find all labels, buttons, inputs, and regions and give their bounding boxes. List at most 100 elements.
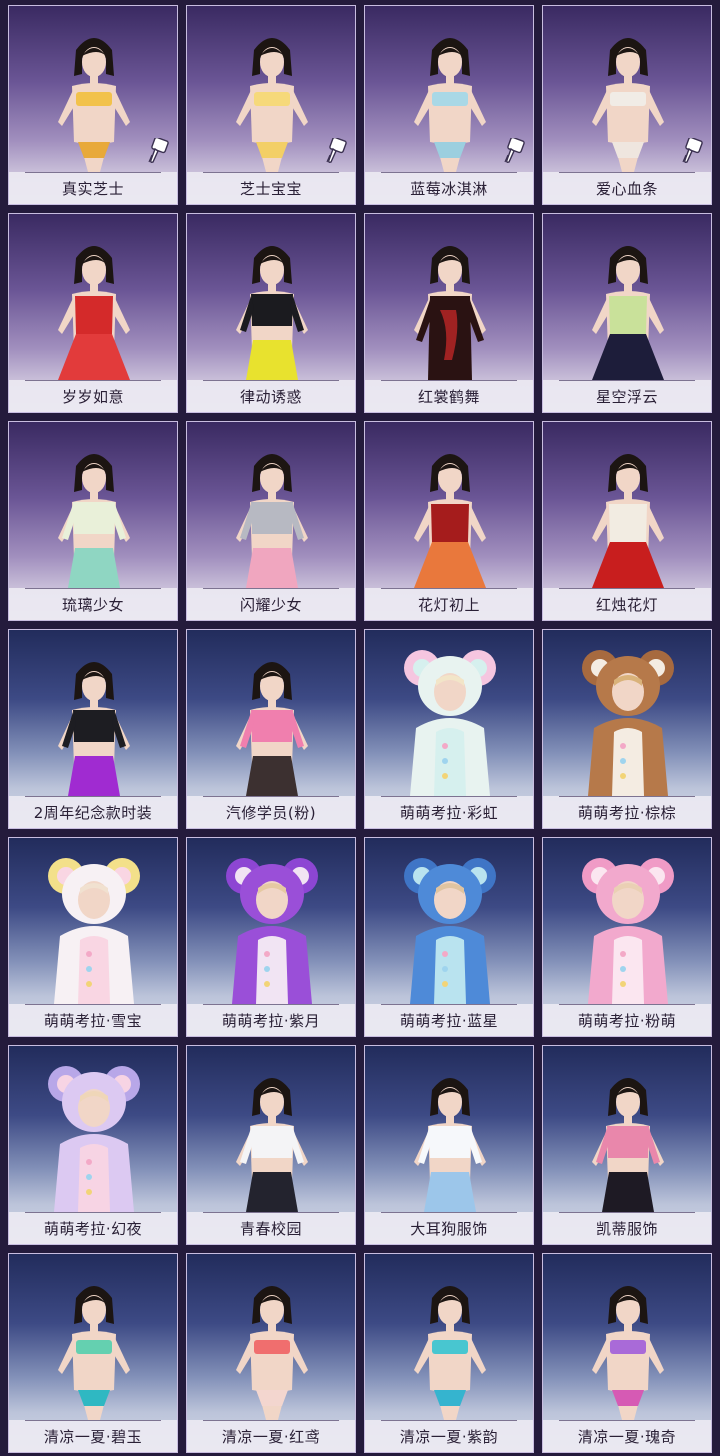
costume-caption: 萌萌考拉·蓝星: [365, 1004, 533, 1036]
paint-brush-icon[interactable]: [681, 136, 703, 164]
character-preview: [222, 646, 322, 796]
costume-caption: 清凉一夏·红鸢: [187, 1420, 355, 1452]
caption-divider: [203, 796, 339, 797]
costume-card[interactable]: 萌萌考拉·幻夜: [8, 1045, 178, 1245]
costume-name: 岁岁如意: [61, 387, 124, 406]
character-preview: [578, 1270, 678, 1420]
costume-caption: 青春校园: [187, 1212, 355, 1244]
costume-card[interactable]: 青春校园: [186, 1045, 356, 1245]
caption-divider: [559, 1212, 695, 1213]
caption-divider: [203, 1004, 339, 1005]
costume-card[interactable]: 琉璃少女: [8, 421, 178, 621]
costume-card[interactable]: 萌萌考拉·蓝星: [364, 837, 534, 1037]
character-preview: [222, 1270, 322, 1420]
character-preview: [400, 1062, 500, 1212]
costume-name: 芝士宝宝: [239, 179, 302, 198]
costume-card[interactable]: 清凉一夏·碧玉: [8, 1253, 178, 1453]
costume-caption: 真实芝士: [9, 172, 177, 204]
character-preview: [44, 1270, 144, 1420]
caption-divider: [381, 588, 517, 589]
costume-card[interactable]: 真实芝士: [8, 5, 178, 205]
costume-card[interactable]: 红裳鹤舞: [364, 213, 534, 413]
costume-name: 青春校园: [239, 1219, 302, 1238]
caption-divider: [381, 172, 517, 173]
costume-caption: 花灯初上: [365, 588, 533, 620]
costume-caption: 萌萌考拉·彩虹: [365, 796, 533, 828]
caption-divider: [25, 588, 161, 589]
paint-brush-icon[interactable]: [147, 136, 169, 164]
costume-card[interactable]: 芝士宝宝: [186, 5, 356, 205]
costume-caption: 2周年纪念款时装: [9, 796, 177, 828]
costume-name: 真实芝士: [61, 179, 124, 198]
costume-name: 萌萌考拉·幻夜: [43, 1219, 143, 1238]
caption-divider: [203, 1212, 339, 1213]
costume-caption: 萌萌考拉·雪宝: [9, 1004, 177, 1036]
character-preview: [578, 230, 678, 380]
costume-card[interactable]: 闪耀少女: [186, 421, 356, 621]
caption-divider: [559, 588, 695, 589]
character-preview: [222, 230, 322, 380]
costume-card[interactable]: 清凉一夏·红鸢: [186, 1253, 356, 1453]
caption-divider: [381, 796, 517, 797]
costume-caption: 萌萌考拉·棕棕: [543, 796, 711, 828]
costume-card[interactable]: 清凉一夏·紫韵: [364, 1253, 534, 1453]
character-preview: [44, 646, 144, 796]
costume-caption: 红烛花灯: [543, 588, 711, 620]
costume-name: 星空浮云: [595, 387, 658, 406]
character-preview: [400, 854, 500, 1004]
caption-divider: [25, 1004, 161, 1005]
costume-card[interactable]: 花灯初上: [364, 421, 534, 621]
costume-name: 汽修学员(粉): [225, 803, 317, 822]
caption-divider: [559, 1004, 695, 1005]
costume-card[interactable]: 萌萌考拉·紫月: [186, 837, 356, 1037]
costume-name: 清凉一夏·红鸢: [221, 1427, 321, 1446]
costume-card[interactable]: 律动诱惑: [186, 213, 356, 413]
caption-divider: [381, 1420, 517, 1421]
costume-name: 凯蒂服饰: [595, 1219, 658, 1238]
costume-caption: 琉璃少女: [9, 588, 177, 620]
costume-name: 大耳狗服饰: [410, 1219, 488, 1238]
character-preview: [44, 438, 144, 588]
costume-card[interactable]: 大耳狗服饰: [364, 1045, 534, 1245]
costume-grid: 真实芝士 芝士宝宝 蓝莓冰淇淋 爱心血条 岁岁如意 律动诱惑 红裳鹤舞 星空浮云…: [0, 0, 720, 1456]
costume-card[interactable]: 萌萌考拉·彩虹: [364, 629, 534, 829]
costume-card[interactable]: 星空浮云: [542, 213, 712, 413]
costume-caption: 凯蒂服饰: [543, 1212, 711, 1244]
character-preview: [578, 854, 678, 1004]
costume-card[interactable]: 岁岁如意: [8, 213, 178, 413]
costume-card[interactable]: 清凉一夏·瑰奇: [542, 1253, 712, 1453]
caption-divider: [559, 796, 695, 797]
character-preview: [400, 438, 500, 588]
character-preview: [222, 1062, 322, 1212]
caption-divider: [203, 380, 339, 381]
costume-name: 闪耀少女: [239, 595, 302, 614]
costume-name: 蓝莓冰淇淋: [410, 179, 488, 198]
costume-caption: 爱心血条: [543, 172, 711, 204]
costume-caption: 清凉一夏·瑰奇: [543, 1420, 711, 1452]
paint-brush-icon[interactable]: [325, 136, 347, 164]
character-preview: [222, 438, 322, 588]
costume-card[interactable]: 萌萌考拉·粉萌: [542, 837, 712, 1037]
character-preview: [400, 646, 500, 796]
costume-card[interactable]: 凯蒂服饰: [542, 1045, 712, 1245]
costume-caption: 律动诱惑: [187, 380, 355, 412]
paint-brush-icon[interactable]: [503, 136, 525, 164]
costume-name: 红裳鹤舞: [417, 387, 480, 406]
costume-caption: 清凉一夏·紫韵: [365, 1420, 533, 1452]
costume-card[interactable]: 蓝莓冰淇淋: [364, 5, 534, 205]
caption-divider: [25, 1420, 161, 1421]
costume-card[interactable]: 萌萌考拉·棕棕: [542, 629, 712, 829]
costume-caption: 星空浮云: [543, 380, 711, 412]
costume-name: 清凉一夏·紫韵: [399, 1427, 499, 1446]
costume-caption: 蓝莓冰淇淋: [365, 172, 533, 204]
costume-card[interactable]: 2周年纪念款时装: [8, 629, 178, 829]
character-preview: [400, 22, 500, 172]
character-preview: [44, 1062, 144, 1212]
character-preview: [578, 22, 678, 172]
costume-card[interactable]: 爱心血条: [542, 5, 712, 205]
costume-card[interactable]: 萌萌考拉·雪宝: [8, 837, 178, 1037]
costume-card[interactable]: 红烛花灯: [542, 421, 712, 621]
costume-card[interactable]: 汽修学员(粉): [186, 629, 356, 829]
costume-name: 琉璃少女: [61, 595, 124, 614]
costume-caption: 清凉一夏·碧玉: [9, 1420, 177, 1452]
